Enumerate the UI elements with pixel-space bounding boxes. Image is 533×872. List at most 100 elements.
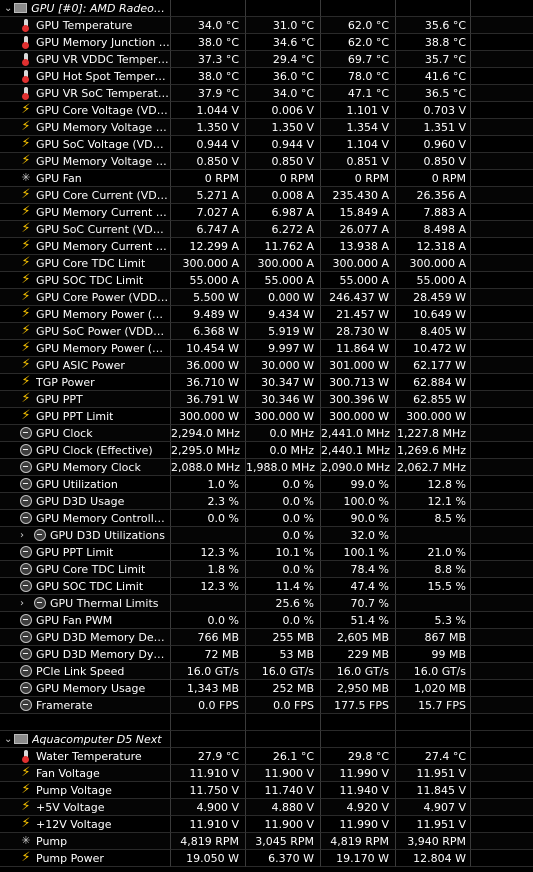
sensor-row[interactable]: GPU Fan PWM 0.0 % 0.0 % 51.4 % 5.3 % [0,612,533,629]
sensor-name-cell[interactable]: ⚡ GPU Memory Power (VD... [0,340,171,357]
sensor-row[interactable]: ⚡ GPU Core Voltage (VDDC... 1.044 V 0.006 V… [0,102,533,119]
sensor-row[interactable]: ✳ Pump 4,819 RPM 3,045 RPM 4,819 RPM 3,940 RP… [0,833,533,850]
sensor-row[interactable]: GPU Memory Clock 2,088.0 MHz 1,988.0 MHz 2,… [0,459,533,476]
sensor-name-cell[interactable]: GPU Memory Clock [0,459,171,476]
sensor-row[interactable]: GPU PPT Limit 12.3 % 10.1 % 100.1 % 21.0 % [0,544,533,561]
sensor-name-cell[interactable]: GPU SOC TDC Limit [0,578,171,595]
sensor-name-cell[interactable]: ⚡ GPU Core TDC Limit [0,255,171,272]
sensor-name-cell[interactable]: ⚡ Pump Power [0,850,171,867]
sensor-row[interactable]: GPU Utilization 1.0 % 0.0 % 99.0 % 12.8 % [0,476,533,493]
sensor-row[interactable]: ⚡ Fan Voltage 11.910 V 11.900 V 11.990 V 11.9… [0,765,533,782]
sensor-row[interactable]: ⚡ GPU SoC Current (VDDC... 6.747 A 6.272 A2… [0,221,533,238]
sensor-row[interactable]: ⚡ GPU ASIC Power 36.000 W 30.000 W 301.000 W… [0,357,533,374]
sensor-row[interactable]: ⚡ +12V Voltage 11.910 V 11.900 V 11.990 V 11.… [0,816,533,833]
sensor-name-cell[interactable]: › GPU D3D Utilizations [0,527,171,544]
sensor-row[interactable]: ⚡ GPU Memory Voltage (V... 1.350 V 1.350 V1… [0,119,533,136]
sensor-name-cell[interactable]: PCIe Link Speed [0,663,171,680]
sensor-row[interactable]: ⚡ GPU Memory Current (V... 7.027 A 6.987 A1… [0,204,533,221]
sensor-name-cell[interactable]: GPU Utilization [0,476,171,493]
sensor-name-cell[interactable]: ⚡ GPU PPT [0,391,171,408]
sensor-row[interactable]: Water Temperature 27.9 °C 26.1 °C 29.8 °C 27… [0,748,533,765]
sensor-name-cell[interactable]: ⚡ GPU Memory Current (V... [0,204,171,221]
sensor-name-cell[interactable]: ⚡ GPU PPT Limit [0,408,171,425]
sensor-name-cell[interactable]: GPU Memory Junction Te... [0,34,171,51]
sensor-row[interactable]: ⚡ TGP Power 36.710 W 30.347 W 300.713 W 62.88… [0,374,533,391]
sensor-name-cell[interactable]: GPU Clock [0,425,171,442]
chevron-down-icon[interactable]: ⌄ [4,0,14,16]
sensor-name-cell[interactable]: GPU Hot Spot Temperature [0,68,171,85]
sensor-row[interactable]: GPU VR SoC Temperature 37.9 °C 34.0 °C 47.1… [0,85,533,102]
sensor-name-cell[interactable]: ⚡ Fan Voltage [0,765,171,782]
sensor-name-cell[interactable]: ⚡ GPU Core Power (VDDC... [0,289,171,306]
sensor-row[interactable]: ⚡ GPU Memory Power (VD... 10.454 W 9.997 W1… [0,340,533,357]
chevron-right-icon[interactable]: › [20,595,30,611]
sensor-row[interactable]: › GPU D3D Utilizations 0.0 % 32.0 % [0,527,533,544]
chevron-down-icon[interactable]: ⌄ [4,731,14,747]
sensor-row[interactable]: › GPU Thermal Limits 25.6 % 70.7 % [0,595,533,612]
sensor-name-cell[interactable]: ⚡ GPU Core Voltage (VDDC... [0,102,171,119]
sensor-row[interactable]: ⚡ GPU Core Power (VDDC... 5.500 W 0.000 W 24… [0,289,533,306]
sensor-row[interactable]: GPU VR VDDC Temperature37.3 °C29.4 °C69.… [0,51,533,68]
sensor-row[interactable]: ⚡ Pump Voltage 11.750 V 11.740 V 11.940 V 11.… [0,782,533,799]
sensor-row[interactable]: ⚡ Pump Power 19.050 W 6.370 W 19.170 W 12.804… [0,850,533,867]
sensor-row[interactable]: GPU Core TDC Limit 1.8 % 0.0 % 78.4 % 8.8 % [0,561,533,578]
sensor-row[interactable]: ⚡ GPU SOC TDC Limit 55.000 A 55.000 A 55.000… [0,272,533,289]
sensor-row[interactable]: ⚡ GPU Memory Voltage (V... 0.850 V 0.850 V0… [0,153,533,170]
sensor-row[interactable]: ⚡ GPU SoC Power (VDDCR... 6.368 W 5.919 W 28… [0,323,533,340]
sensor-row[interactable]: ⚡ GPU PPT 36.791 W 30.346 W 300.396 W 62.855 … [0,391,533,408]
section-header[interactable]: ⌄ Aquacomputer D5 Next [0,731,533,748]
sensor-row[interactable]: ⚡ GPU Core Current (VDD... 5.271 A 0.008 A2… [0,187,533,204]
sensor-row[interactable]: ⚡ +5V Voltage 4.900 V 4.880 V 4.920 V 4.907 V [0,799,533,816]
sensor-name-cell[interactable]: ⚡ GPU Memory Voltage (V... [0,119,171,136]
sensor-row[interactable]: GPU Memory Junction Te... 38.0 °C 34.6 °C 6… [0,34,533,51]
sensor-row[interactable]: Framerate 0.0 FPS 0.0 FPS 177.5 FPS 15.7 FPS [0,697,533,714]
sensor-name-cell[interactable]: ⚡ GPU Memory Current (V... [0,238,171,255]
sensor-name-cell[interactable]: Framerate [0,697,171,714]
sensor-name-cell[interactable]: › GPU Thermal Limits [0,595,171,612]
sensor-name-cell[interactable]: ⚡ GPU SoC Voltage (VDDC... [0,136,171,153]
sensor-row[interactable]: GPU D3D Memory Dedica...766 MB255 MB2,60… [0,629,533,646]
sensor-name-cell[interactable]: GPU D3D Usage [0,493,171,510]
sensor-row[interactable]: ⚡ GPU Memory Current (V... 12.299 A 11.762 … [0,238,533,255]
sensor-row[interactable]: ✳ GPU Fan 0 RPM 0 RPM 0 RPM 0 RPM [0,170,533,187]
sensor-row[interactable]: ⚡ GPU Memory Power (VD... 9.489 W 9.434 W 21… [0,306,533,323]
sensor-row[interactable]: ⚡ GPU SoC Voltage (VDDC... 0.944 V 0.944 V1… [0,136,533,153]
sensor-name-cell[interactable]: GPU D3D Memory Dynamic [0,646,171,663]
sensor-name-cell[interactable]: ⚡ GPU Memory Voltage (V... [0,153,171,170]
sensor-row[interactable]: PCIe Link Speed 16.0 GT/s 16.0 GT/s 16.0 GT… [0,663,533,680]
sensor-row[interactable]: GPU Clock (Effective) 2,295.0 MHz 0.0 MHz 2… [0,442,533,459]
sensor-name-cell[interactable]: ⚡ GPU Memory Power (VD... [0,306,171,323]
sensor-name-cell[interactable]: ⚡ GPU Core Current (VDD... [0,187,171,204]
sensor-name-cell[interactable]: ✳ Pump [0,833,171,850]
section-title-cell[interactable]: ⌄ GPU [#0]: AMD Radeon ... [0,0,171,17]
sensor-name-cell[interactable]: GPU VR SoC Temperature [0,85,171,102]
sensor-row[interactable]: GPU SOC TDC Limit 12.3 % 11.4 % 47.4 % 15.5 … [0,578,533,595]
sensor-name-cell[interactable]: ⚡ GPU SoC Power (VDDCR... [0,323,171,340]
sensor-name-cell[interactable]: ⚡ TGP Power [0,374,171,391]
sensor-name-cell[interactable]: ⚡ GPU SOC TDC Limit [0,272,171,289]
sensor-name-cell[interactable]: GPU Temperature [0,17,171,34]
sensor-name-cell[interactable]: ⚡ +5V Voltage [0,799,171,816]
sensor-name-cell[interactable]: Water Temperature [0,748,171,765]
sensor-name-cell[interactable]: ✳ GPU Fan [0,170,171,187]
sensor-name-cell[interactable]: GPU D3D Memory Dedica... [0,629,171,646]
sensor-row[interactable]: ⚡ GPU PPT Limit 300.000 W 300.000 W 300.000 … [0,408,533,425]
sensor-row[interactable]: GPU D3D Memory Dynamic72 MB53 MB229 MB99… [0,646,533,663]
sensor-name-cell[interactable]: GPU Memory Controller ... [0,510,171,527]
sensor-name-cell[interactable]: GPU Fan PWM [0,612,171,629]
sensor-row[interactable]: GPU Clock 2,294.0 MHz 0.0 MHz 2,441.0 MHz 1,… [0,425,533,442]
sensor-row[interactable]: GPU D3D Usage 2.3 % 0.0 % 100.0 % 12.1 % [0,493,533,510]
sensor-name-cell[interactable]: ⚡ GPU SoC Current (VDDC... [0,221,171,238]
chevron-right-icon[interactable]: › [20,527,30,543]
sensor-name-cell[interactable]: ⚡ +12V Voltage [0,816,171,833]
sensor-row[interactable]: GPU Temperature 34.0 °C 31.0 °C 62.0 °C 35.6… [0,17,533,34]
sensor-name-cell[interactable]: GPU Memory Usage [0,680,171,697]
sensor-name-cell[interactable]: GPU PPT Limit [0,544,171,561]
section-header[interactable]: ⌄ GPU [#0]: AMD Radeon ... [0,0,533,17]
sensor-name-cell[interactable]: GPU Core TDC Limit [0,561,171,578]
sensor-name-cell[interactable]: ⚡ Pump Voltage [0,782,171,799]
sensor-row[interactable]: GPU Memory Usage 1,343 MB 252 MB 2,950 MB 1,… [0,680,533,697]
sensor-name-cell[interactable]: GPU VR VDDC Temperature [0,51,171,68]
sensor-row[interactable]: GPU Memory Controller ... 0.0 % 0.0 % 90.0 … [0,510,533,527]
sensor-row[interactable]: GPU Hot Spot Temperature 38.0 °C 36.0 °C 78… [0,68,533,85]
